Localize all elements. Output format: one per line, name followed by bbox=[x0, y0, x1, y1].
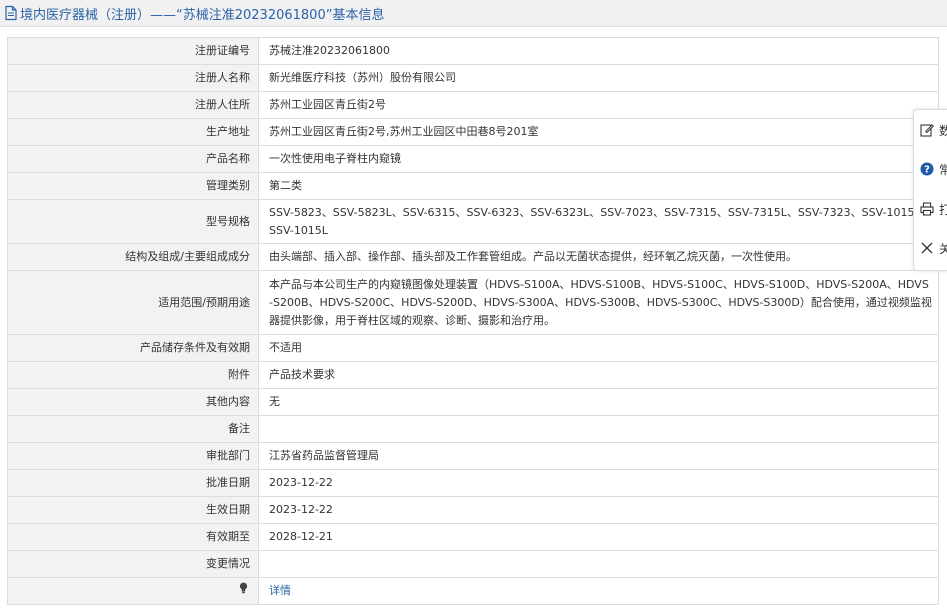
print-icon bbox=[920, 202, 934, 216]
side-item-label: 关 bbox=[939, 241, 947, 256]
table-row: 其他内容 无 bbox=[7, 388, 939, 416]
row-value: 新光维医疗科技（苏州）股份有限公司 bbox=[258, 64, 939, 92]
row-label: 生效日期 bbox=[7, 496, 259, 524]
table-row: 结构及组成/主要组成成分 由头端部、插入部、操作部、插头部及工作套管组成。产品以… bbox=[7, 243, 939, 271]
row-value: 苏州工业园区青丘街2号,苏州工业园区中田巷8号201室 bbox=[258, 118, 939, 146]
row-value: 由头端部、插入部、操作部、插头部及工作套管组成。产品以无菌状态提供，经环氧乙烷灭… bbox=[258, 243, 939, 271]
row-label: 结构及组成/主要组成成分 bbox=[7, 243, 259, 271]
side-item-label: 常 bbox=[939, 162, 947, 177]
row-value: 本产品与本公司生产的内窥镜图像处理装置（HDVS-S100A、HDVS-S100… bbox=[258, 270, 939, 335]
table-row: 产品储存条件及有效期 不适用 bbox=[7, 334, 939, 362]
row-value bbox=[258, 550, 939, 578]
row-label: 型号规格 bbox=[7, 199, 259, 244]
table-row: 生产地址 苏州工业园区青丘街2号,苏州工业园区中田巷8号201室 bbox=[7, 118, 939, 146]
table-row: 批准日期 2023-12-22 bbox=[7, 469, 939, 497]
side-item-print[interactable]: 打 bbox=[920, 198, 947, 220]
table-row: 产品名称 一次性使用电子脊柱内窥镜 bbox=[7, 145, 939, 173]
row-label: 生产地址 bbox=[7, 118, 259, 146]
side-item-label: 数 bbox=[939, 123, 947, 138]
side-item-faq[interactable]: ? 常 bbox=[920, 158, 947, 180]
table-row: 备注 bbox=[7, 415, 939, 443]
side-toolbar: 数 ? 常 打 关 bbox=[913, 109, 947, 271]
row-label: 批准日期 bbox=[7, 469, 259, 497]
row-value: 无 bbox=[258, 388, 939, 416]
table-row: 变更情况 bbox=[7, 550, 939, 578]
row-value: 江苏省药品监督管理局 bbox=[258, 442, 939, 470]
row-value: 2028-12-21 bbox=[258, 523, 939, 551]
detail-link[interactable]: 详情 bbox=[269, 584, 291, 597]
row-value: 苏械注准20232061800 bbox=[258, 37, 939, 65]
row-label: 管理类别 bbox=[7, 172, 259, 200]
row-label: 变更情况 bbox=[7, 550, 259, 578]
table-row: 管理类别 第二类 bbox=[7, 172, 939, 200]
row-value: SSV-5823、SSV-5823L、SSV-6315、SSV-6323、SSV… bbox=[258, 199, 939, 244]
row-value: 2023-12-22 bbox=[258, 496, 939, 524]
row-value: 2023-12-22 bbox=[258, 469, 939, 497]
table-row: 附件 产品技术要求 bbox=[7, 361, 939, 389]
row-label: 注册人住所 bbox=[7, 91, 259, 119]
side-item-close[interactable]: 关 bbox=[920, 237, 947, 259]
row-value bbox=[258, 415, 939, 443]
info-table: 注册证编号 苏械注准20232061800 注册人名称 新光维医疗科技（苏州）股… bbox=[7, 37, 939, 605]
row-label: 备注 bbox=[7, 415, 259, 443]
row-label: 注册人名称 bbox=[7, 64, 259, 92]
side-item-data[interactable]: 数 bbox=[920, 119, 947, 141]
row-value: 不适用 bbox=[258, 334, 939, 362]
row-label: 审批部门 bbox=[7, 442, 259, 470]
row-label: 附件 bbox=[7, 361, 259, 389]
table-row: 注册人住所 苏州工业园区青丘街2号 bbox=[7, 91, 939, 119]
lightbulb-icon bbox=[239, 582, 248, 600]
close-icon bbox=[920, 241, 934, 255]
row-label: 有效期至 bbox=[7, 523, 259, 551]
svg-text:?: ? bbox=[924, 165, 930, 176]
row-value: 苏州工业园区青丘街2号 bbox=[258, 91, 939, 119]
edit-icon bbox=[920, 123, 934, 137]
row-label: 适用范围/预期用途 bbox=[7, 270, 259, 335]
row-value: 一次性使用电子脊柱内窥镜 bbox=[258, 145, 939, 173]
page-header: 境内医疗器械（注册）——“苏械注准20232061800”基本信息 bbox=[0, 0, 947, 27]
table-row: 详情 bbox=[7, 577, 939, 605]
table-row: 型号规格 SSV-5823、SSV-5823L、SSV-6315、SSV-632… bbox=[7, 199, 939, 244]
detail-label bbox=[7, 577, 259, 605]
table-row: 注册人名称 新光维医疗科技（苏州）股份有限公司 bbox=[7, 64, 939, 92]
side-item-label: 打 bbox=[939, 202, 947, 217]
detail-cell: 详情 bbox=[258, 577, 939, 605]
table-row: 有效期至 2028-12-21 bbox=[7, 523, 939, 551]
row-value: 产品技术要求 bbox=[258, 361, 939, 389]
table-row: 生效日期 2023-12-22 bbox=[7, 496, 939, 524]
table-row: 审批部门 江苏省药品监督管理局 bbox=[7, 442, 939, 470]
document-icon bbox=[4, 5, 18, 21]
row-label: 其他内容 bbox=[7, 388, 259, 416]
row-value: 第二类 bbox=[258, 172, 939, 200]
row-label: 产品名称 bbox=[7, 145, 259, 173]
help-icon: ? bbox=[920, 162, 934, 176]
page-title: 境内医疗器械（注册）——“苏械注准20232061800”基本信息 bbox=[20, 7, 385, 23]
table-row: 适用范围/预期用途 本产品与本公司生产的内窥镜图像处理装置（HDVS-S100A… bbox=[7, 270, 939, 335]
row-label: 产品储存条件及有效期 bbox=[7, 334, 259, 362]
row-label: 注册证编号 bbox=[7, 37, 259, 65]
table-row: 注册证编号 苏械注准20232061800 bbox=[7, 37, 939, 65]
